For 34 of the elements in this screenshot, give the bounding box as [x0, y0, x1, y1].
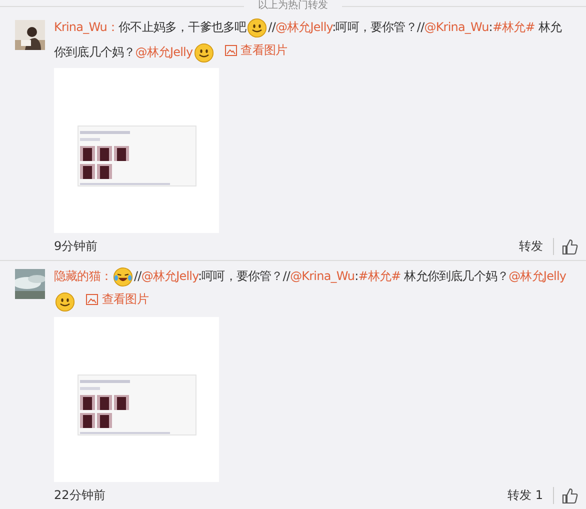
image-icon	[86, 294, 98, 305]
mention-link[interactable]: @林允Jelly	[141, 269, 198, 283]
smiley-icon	[55, 292, 75, 312]
post-text: :	[488, 20, 492, 34]
mention-link[interactable]: #林允#	[492, 20, 535, 34]
mention-link[interactable]: @Krina_Wu	[290, 269, 355, 283]
timestamp: 22分钟前	[54, 487, 106, 504]
post-text: 你到底几个妈？	[54, 45, 136, 59]
post-text: :呵呵，要你管？//	[198, 269, 290, 283]
timestamp: 9分钟前	[54, 238, 99, 255]
thumbs-up-icon[interactable]	[562, 238, 578, 254]
smiley-icon	[194, 42, 214, 63]
mention-link[interactable]: @林允Jelly	[508, 269, 566, 283]
mention-link[interactable]: #林允#	[358, 269, 401, 283]
repost-link[interactable]: 转发	[519, 238, 554, 255]
post-text: //	[134, 269, 142, 283]
username-link[interactable]: 隐藏的猫：	[54, 269, 112, 283]
post-text: 你不止妈多，干爹也多吧	[118, 20, 246, 34]
mention-link[interactable]: @Krina_Wu	[424, 20, 489, 34]
username-link[interactable]: Krina_Wu：	[54, 20, 119, 34]
post-text: :	[354, 269, 358, 283]
image-icon	[224, 45, 237, 56]
post-text: 林允你到底几个妈？	[403, 269, 509, 283]
smiley-icon	[247, 18, 268, 38]
mention-link[interactable]: @林允Jelly	[135, 45, 193, 59]
view-image-link[interactable]: 查看图片	[86, 288, 148, 311]
laughing-tears-icon	[113, 266, 134, 287]
post-text: //	[268, 20, 276, 34]
thumbs-up-icon[interactable]	[562, 488, 578, 504]
repost-link[interactable]: 转发 1	[508, 487, 554, 504]
view-image-link[interactable]: 查看图片	[224, 39, 288, 62]
mention-link[interactable]: @林允Jelly	[275, 20, 332, 34]
post-text: :呵呵，要你管？//	[332, 20, 424, 34]
post-text: 林允	[537, 20, 562, 34]
